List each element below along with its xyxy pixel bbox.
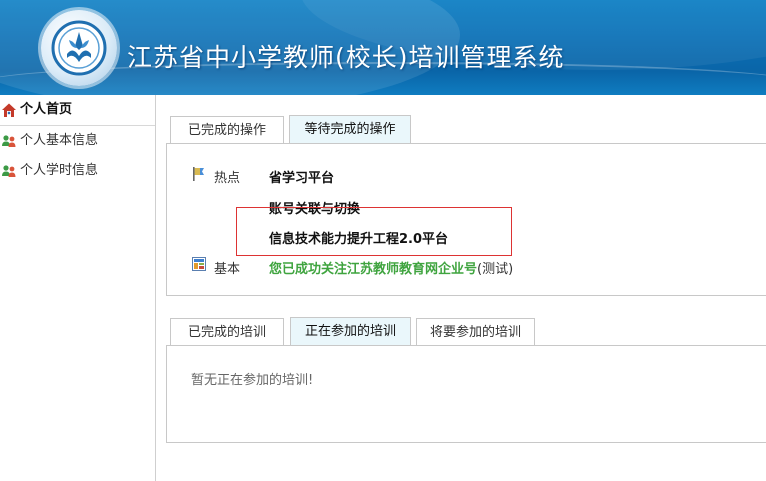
app-title: 江苏省中小学教师(校长)培训管理系统 bbox=[127, 43, 565, 72]
tab-label: 正在参加的培训 bbox=[304, 324, 396, 339]
sidebar-item-label: 个人首页 bbox=[20, 102, 73, 117]
tab-completed-trainings[interactable]: 已完成的培训 bbox=[170, 318, 284, 345]
tab-label: 将要参加的培训 bbox=[429, 325, 521, 340]
link-province-learning-platform[interactable]: 省学习平台 bbox=[269, 167, 334, 186]
users-icon bbox=[2, 135, 16, 147]
basic-label: 基本 bbox=[214, 262, 241, 277]
sidebar-item-label: 个人基本信息 bbox=[20, 133, 99, 148]
basic-info-icon bbox=[192, 257, 206, 271]
notice-suffix: (测试) bbox=[477, 262, 514, 277]
tab-label: 已完成的培训 bbox=[187, 325, 266, 340]
users-icon bbox=[2, 165, 16, 177]
hot-flag-icon bbox=[193, 167, 204, 181]
hot-label: 热点 bbox=[214, 171, 241, 186]
sidebar-item-label: 个人学时信息 bbox=[20, 163, 99, 178]
notice-text: 您已成功关注江苏教师教育网企业号 bbox=[269, 262, 478, 277]
sidebar-item-basic-info[interactable]: 个人基本信息 bbox=[0, 126, 155, 156]
tab-label: 已完成的操作 bbox=[187, 123, 266, 138]
tab-current-trainings[interactable]: 正在参加的培训 bbox=[290, 317, 411, 346]
sidebar-item-home[interactable]: 个人首页 bbox=[0, 95, 155, 126]
tab-pending-operations[interactable]: 等待完成的操作 bbox=[289, 115, 411, 144]
app-header: 江苏省中小学教师(校长)培训管理系统 bbox=[0, 0, 766, 95]
tab-label: 等待完成的操作 bbox=[304, 122, 396, 137]
empty-message: 暂无正在参加的培训! bbox=[191, 373, 314, 388]
home-icon bbox=[2, 103, 16, 117]
sidebar: 个人首页 个人基本信息 个人学时信息 bbox=[0, 95, 156, 481]
sidebar-item-hours-info[interactable]: 个人学时信息 bbox=[0, 156, 155, 186]
highlight-box bbox=[236, 207, 512, 256]
jiangsu-teacher-training-logo bbox=[41, 10, 117, 86]
follow-notice-link[interactable]: 您已成功关注江苏教师教育网企业号(测试) bbox=[269, 258, 513, 277]
tab-completed-operations[interactable]: 已完成的操作 bbox=[170, 116, 284, 143]
trainings-panel bbox=[166, 345, 766, 443]
tab-upcoming-trainings[interactable]: 将要参加的培训 bbox=[416, 318, 535, 345]
